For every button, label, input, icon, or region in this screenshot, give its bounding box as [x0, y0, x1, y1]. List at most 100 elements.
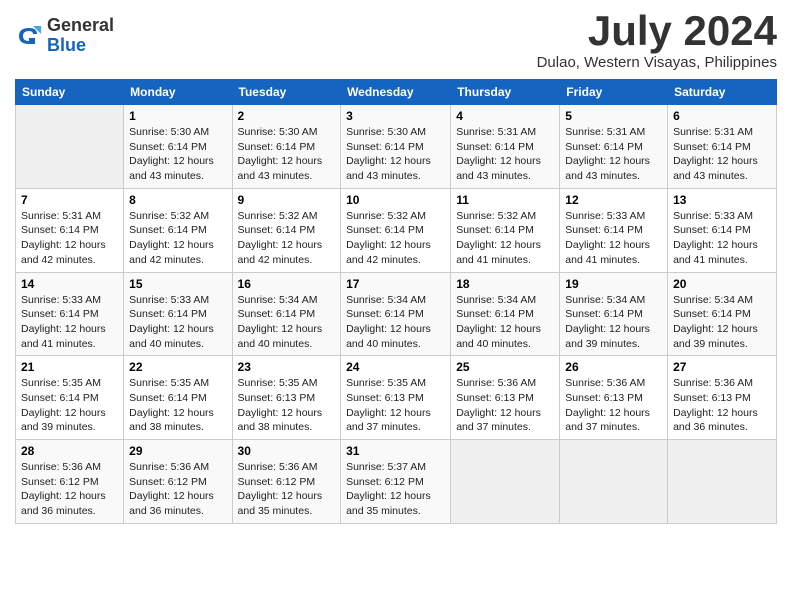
day-info: Sunrise: 5:32 AM Sunset: 6:14 PM Dayligh… — [346, 209, 445, 268]
day-cell — [451, 440, 560, 524]
day-number: 30 — [238, 444, 336, 458]
day-cell: 28 Sunrise: 5:36 AM Sunset: 6:12 PM Dayli… — [16, 440, 124, 524]
week-row-4: 21Sunrise: 5:35 AM Sunset: 6:14 PM Dayli… — [16, 356, 777, 440]
header-cell-thursday: Thursday — [451, 80, 560, 105]
day-info: Sunrise: 5:35 AM Sunset: 6:14 PM Dayligh… — [129, 376, 226, 435]
day-number: 1 — [129, 109, 226, 123]
day-info: Sunrise: 5:35 AM Sunset: 6:13 PM Dayligh… — [238, 376, 336, 435]
day-info: Sunrise: 5:35 AM Sunset: 6:13 PM Dayligh… — [346, 376, 445, 435]
day-info: Sunrise: 5:30 AM Sunset: 6:14 PM Dayligh… — [238, 125, 336, 184]
day-number: 29 — [129, 444, 226, 458]
day-cell: 5Sunrise: 5:31 AM Sunset: 6:14 PM Daylig… — [560, 105, 668, 189]
day-info: Sunrise: 5:34 AM Sunset: 6:14 PM Dayligh… — [346, 293, 445, 352]
day-number: 3 — [346, 109, 445, 123]
day-info: Sunrise: 5:36 AM Sunset: 6:13 PM Dayligh… — [673, 376, 771, 435]
day-info: Sunrise: 5:36 AM Sunset: 6:12 PM Dayligh… — [129, 460, 226, 519]
day-info: Sunrise: 5:36 AM Sunset: 6:12 PM Dayligh… — [21, 460, 118, 519]
header-cell-saturday: Saturday — [668, 80, 777, 105]
day-number: 28 — [21, 444, 118, 458]
location: Dulao, Western Visayas, Philippines — [537, 54, 777, 71]
calendar-header: SundayMondayTuesdayWednesdayThursdayFrid… — [16, 80, 777, 105]
day-cell: 29 Sunrise: 5:36 AM Sunset: 6:12 PM Dayli… — [124, 440, 232, 524]
day-cell: 11 Sunrise: 5:32 AM Sunset: 6:14 PM Dayli… — [451, 188, 560, 272]
header-cell-wednesday: Wednesday — [341, 80, 451, 105]
day-cell: 17 Sunrise: 5:34 AM Sunset: 6:14 PM Dayli… — [341, 272, 451, 356]
day-cell: 21Sunrise: 5:35 AM Sunset: 6:14 PM Dayli… — [16, 356, 124, 440]
day-info: Sunrise: 5:33 AM Sunset: 6:14 PM Dayligh… — [21, 293, 118, 352]
day-cell: 2 Sunrise: 5:30 AM Sunset: 6:14 PM Daylig… — [232, 105, 341, 189]
day-info: Sunrise: 5:36 AM Sunset: 6:12 PM Dayligh… — [238, 460, 336, 519]
day-number: 12 — [565, 193, 662, 207]
day-info: Sunrise: 5:31 AM Sunset: 6:14 PM Dayligh… — [21, 209, 118, 268]
day-cell — [560, 440, 668, 524]
day-number: 13 — [673, 193, 771, 207]
day-info: Sunrise: 5:31 AM Sunset: 6:14 PM Dayligh… — [565, 125, 662, 184]
day-info: Sunrise: 5:36 AM Sunset: 6:13 PM Dayligh… — [565, 376, 662, 435]
day-number: 2 — [238, 109, 336, 123]
day-number: 24 — [346, 360, 445, 374]
day-cell: 31Sunrise: 5:37 AM Sunset: 6:12 PM Dayli… — [341, 440, 451, 524]
day-cell: 8 Sunrise: 5:32 AM Sunset: 6:14 PM Daylig… — [124, 188, 232, 272]
day-info: Sunrise: 5:31 AM Sunset: 6:14 PM Dayligh… — [673, 125, 771, 184]
day-cell: 6Sunrise: 5:31 AM Sunset: 6:14 PM Daylig… — [668, 105, 777, 189]
logo-icon — [15, 22, 43, 50]
day-cell — [16, 105, 124, 189]
day-cell: 23 Sunrise: 5:35 AM Sunset: 6:13 PM Dayli… — [232, 356, 341, 440]
day-cell: 16Sunrise: 5:34 AM Sunset: 6:14 PM Dayli… — [232, 272, 341, 356]
month-title: July 2024 — [537, 10, 777, 52]
title-block: July 2024 Dulao, Western Visayas, Philip… — [537, 10, 777, 71]
day-cell: 14 Sunrise: 5:33 AM Sunset: 6:14 PM Dayli… — [16, 272, 124, 356]
day-cell: 9Sunrise: 5:32 AM Sunset: 6:14 PM Daylig… — [232, 188, 341, 272]
header-row: SundayMondayTuesdayWednesdayThursdayFrid… — [16, 80, 777, 105]
day-info: Sunrise: 5:34 AM Sunset: 6:14 PM Dayligh… — [673, 293, 771, 352]
day-cell: 26 Sunrise: 5:36 AM Sunset: 6:13 PM Dayli… — [560, 356, 668, 440]
day-number: 18 — [456, 277, 554, 291]
day-number: 15 — [129, 277, 226, 291]
day-cell: 12Sunrise: 5:33 AM Sunset: 6:14 PM Dayli… — [560, 188, 668, 272]
logo-general: General — [47, 16, 114, 36]
day-number: 14 — [21, 277, 118, 291]
day-number: 20 — [673, 277, 771, 291]
day-number: 26 — [565, 360, 662, 374]
day-cell: 20 Sunrise: 5:34 AM Sunset: 6:14 PM Dayli… — [668, 272, 777, 356]
day-cell: 15Sunrise: 5:33 AM Sunset: 6:14 PM Dayli… — [124, 272, 232, 356]
day-info: Sunrise: 5:32 AM Sunset: 6:14 PM Dayligh… — [129, 209, 226, 268]
week-row-2: 7 Sunrise: 5:31 AM Sunset: 6:14 PM Daylig… — [16, 188, 777, 272]
day-info: Sunrise: 5:32 AM Sunset: 6:14 PM Dayligh… — [456, 209, 554, 268]
day-number: 10 — [346, 193, 445, 207]
logo-text: General Blue — [47, 16, 114, 56]
day-number: 8 — [129, 193, 226, 207]
day-number: 7 — [21, 193, 118, 207]
header-cell-friday: Friday — [560, 80, 668, 105]
day-cell: 24 Sunrise: 5:35 AM Sunset: 6:13 PM Dayli… — [341, 356, 451, 440]
day-cell: 3Sunrise: 5:30 AM Sunset: 6:14 PM Daylig… — [341, 105, 451, 189]
calendar-table: SundayMondayTuesdayWednesdayThursdayFrid… — [15, 79, 777, 524]
day-number: 22 — [129, 360, 226, 374]
header-cell-monday: Monday — [124, 80, 232, 105]
day-cell: 27 Sunrise: 5:36 AM Sunset: 6:13 PM Dayli… — [668, 356, 777, 440]
day-cell: 30 Sunrise: 5:36 AM Sunset: 6:12 PM Dayli… — [232, 440, 341, 524]
day-cell: 4Sunrise: 5:31 AM Sunset: 6:14 PM Daylig… — [451, 105, 560, 189]
day-number: 27 — [673, 360, 771, 374]
day-info: Sunrise: 5:36 AM Sunset: 6:13 PM Dayligh… — [456, 376, 554, 435]
day-number: 11 — [456, 193, 554, 207]
day-number: 9 — [238, 193, 336, 207]
page-header: General Blue July 2024 Dulao, Western Vi… — [15, 10, 777, 71]
day-cell: 13Sunrise: 5:33 AM Sunset: 6:14 PM Dayli… — [668, 188, 777, 272]
day-number: 23 — [238, 360, 336, 374]
logo: General Blue — [15, 16, 114, 56]
week-row-5: 28 Sunrise: 5:36 AM Sunset: 6:12 PM Dayli… — [16, 440, 777, 524]
header-cell-sunday: Sunday — [16, 80, 124, 105]
day-number: 16 — [238, 277, 336, 291]
day-number: 25 — [456, 360, 554, 374]
day-info: Sunrise: 5:37 AM Sunset: 6:12 PM Dayligh… — [346, 460, 445, 519]
day-cell: 22 Sunrise: 5:35 AM Sunset: 6:14 PM Dayli… — [124, 356, 232, 440]
day-cell: 10 Sunrise: 5:32 AM Sunset: 6:14 PM Dayli… — [341, 188, 451, 272]
day-info: Sunrise: 5:31 AM Sunset: 6:14 PM Dayligh… — [456, 125, 554, 184]
day-info: Sunrise: 5:30 AM Sunset: 6:14 PM Dayligh… — [129, 125, 226, 184]
day-number: 17 — [346, 277, 445, 291]
header-cell-tuesday: Tuesday — [232, 80, 341, 105]
day-info: Sunrise: 5:34 AM Sunset: 6:14 PM Dayligh… — [456, 293, 554, 352]
day-number: 19 — [565, 277, 662, 291]
day-info: Sunrise: 5:34 AM Sunset: 6:14 PM Dayligh… — [565, 293, 662, 352]
